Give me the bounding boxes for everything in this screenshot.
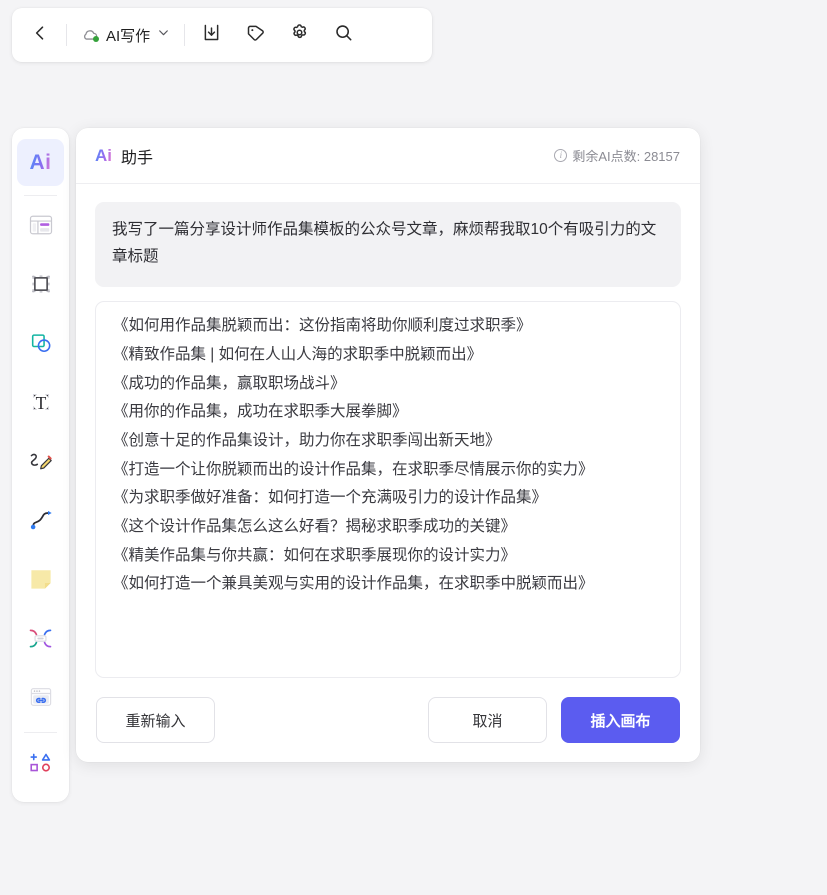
result-item: 《成功的作品集，赢取职场战斗》 bbox=[113, 374, 346, 392]
ai-panel-footer: 重新输入 取消 插入画布 bbox=[76, 678, 700, 762]
sidebar-item-more[interactable] bbox=[17, 741, 64, 788]
embed-link-icon bbox=[27, 683, 55, 716]
toolbar-divider-2 bbox=[184, 24, 186, 46]
chevron-down-icon bbox=[157, 26, 170, 44]
settings-button[interactable] bbox=[277, 13, 321, 57]
back-button[interactable] bbox=[18, 13, 62, 57]
frame-icon bbox=[27, 270, 55, 303]
svg-text:T: T bbox=[35, 393, 46, 413]
result-item: 《为求职季做好准备：如何打造一个充满吸引力的设计作品集》 bbox=[113, 489, 548, 507]
result-item: 《这个设计作品集怎么这么好看？揭秘求职季成功的关键》 bbox=[113, 518, 517, 536]
ai-credits[interactable]: i 剩余AI点数: 28157 bbox=[554, 146, 680, 165]
sidebar-item-ai[interactable]: Ai bbox=[17, 139, 64, 186]
top-toolbar: AI写作 bbox=[12, 8, 432, 62]
shape-icon bbox=[27, 329, 55, 362]
search-icon bbox=[333, 22, 354, 48]
ai-icon: Ai bbox=[29, 151, 52, 174]
prompt-text: 我写了一篇分享设计师作品集模板的公众号文章，麻烦帮我取10个有吸引力的文章标题 bbox=[95, 202, 681, 288]
sidebar-item-embed[interactable] bbox=[17, 676, 64, 723]
search-button[interactable] bbox=[321, 13, 365, 57]
retry-button[interactable]: 重新输入 bbox=[96, 697, 215, 743]
import-download-icon bbox=[201, 22, 222, 48]
sidebar-item-frame[interactable] bbox=[17, 263, 64, 310]
result-item: 《如何用作品集脱颖而出：这份指南将助你顺利度过求职季》 bbox=[113, 317, 532, 335]
sidebar-item-shape[interactable] bbox=[17, 322, 64, 369]
sidebar-item-sticky[interactable] bbox=[17, 558, 64, 605]
info-icon: i bbox=[554, 149, 568, 162]
sidebar-item-pen[interactable] bbox=[17, 440, 64, 487]
result-item: 《用你的作品集，成功在求职季大展拳脚》 bbox=[113, 403, 408, 421]
ai-panel-title: 助手 bbox=[121, 149, 154, 167]
document-title-group[interactable]: AI写作 bbox=[71, 15, 180, 55]
import-button[interactable] bbox=[189, 13, 233, 57]
pen-icon bbox=[26, 447, 55, 481]
result-item: 《精致作品集 | 如何在人山人海的求职季中脱颖而出》 bbox=[113, 345, 483, 363]
insert-canvas-button[interactable]: 插入画布 bbox=[561, 697, 680, 743]
tag-icon bbox=[245, 22, 266, 48]
sync-status-dot bbox=[93, 36, 99, 42]
sidebar-item-connector[interactable] bbox=[17, 617, 64, 664]
ai-assistant-panel: Ai 助手 i 剩余AI点数: 28157 我写了一篇分享设计师作品集模板的公众… bbox=[76, 128, 700, 762]
result-item: 《精美作品集与你共赢：如何在求职季展现你的设计实力》 bbox=[113, 546, 517, 564]
footer-right-buttons: 取消 插入画布 bbox=[428, 697, 680, 743]
cancel-button[interactable]: 取消 bbox=[428, 697, 547, 743]
text-icon: T bbox=[27, 388, 55, 421]
sidebar-item-curve[interactable] bbox=[17, 499, 64, 546]
sidebar-divider-top bbox=[24, 195, 57, 196]
ai-panel-header-left: Ai 助手 bbox=[95, 144, 153, 168]
cloud-sync-icon bbox=[79, 25, 99, 45]
sidebar-item-text[interactable]: T bbox=[17, 381, 64, 428]
gear-icon bbox=[289, 22, 310, 48]
document-title: AI写作 bbox=[106, 27, 151, 45]
ai-credits-label: 剩余AI点数: 28157 bbox=[572, 149, 680, 164]
toolbar-divider-1 bbox=[66, 24, 67, 46]
sidebar-divider-bottom bbox=[24, 732, 57, 733]
template-icon bbox=[27, 211, 55, 244]
ai-panel-header: Ai 助手 i 剩余AI点数: 28157 bbox=[76, 128, 700, 184]
result-item: 《如何打造一个兼具美观与实用的设计作品集，在求职季中脱颖而出》 bbox=[113, 575, 594, 593]
curve-icon bbox=[27, 506, 55, 539]
ai-panel-body: 我写了一篇分享设计师作品集模板的公众号文章，麻烦帮我取10个有吸引力的文章标题 … bbox=[76, 184, 700, 678]
chevron-left-icon bbox=[30, 23, 50, 48]
left-toolbar: Ai T bbox=[12, 128, 69, 802]
sidebar-item-template[interactable] bbox=[17, 204, 64, 251]
ai-logo-icon: Ai bbox=[95, 146, 112, 165]
result-list[interactable]: 《如何用作品集脱颖而出：这份指南将助你顺利度过求职季》 《精致作品集 | 如何在… bbox=[95, 301, 681, 678]
tag-button[interactable] bbox=[233, 13, 277, 57]
sticky-note-icon bbox=[27, 565, 55, 598]
connector-icon bbox=[26, 624, 55, 658]
result-item: 《创意十足的作品集设计，助力你在求职季闯出新天地》 bbox=[113, 432, 501, 449]
result-item: 《打造一个让你脱颖而出的设计作品集，在求职季尽情展示你的实力》 bbox=[113, 460, 594, 478]
more-shapes-icon bbox=[27, 749, 54, 781]
